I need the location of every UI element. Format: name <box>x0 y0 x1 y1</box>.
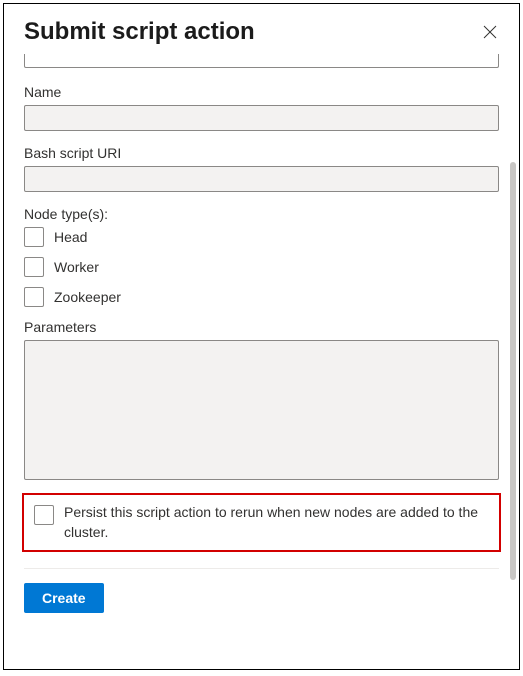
panel-title: Submit script action <box>24 18 255 46</box>
create-button[interactable]: Create <box>24 583 104 613</box>
persist-checkbox[interactable] <box>34 505 54 525</box>
footer-divider <box>24 568 499 569</box>
head-checkbox[interactable] <box>24 227 44 247</box>
worker-checkbox[interactable] <box>24 257 44 277</box>
close-icon <box>483 25 497 39</box>
head-checkbox-label: Head <box>54 229 87 245</box>
persist-row: Persist this script action to rerun when… <box>34 503 489 542</box>
name-input[interactable] <box>24 105 499 131</box>
worker-checkbox-label: Worker <box>54 259 99 275</box>
submit-script-action-panel: Submit script action Name Bash script UR… <box>3 3 520 670</box>
form-scroll-area: Name Bash script URI Node type(s): Head … <box>4 54 519 569</box>
parameters-textarea[interactable] <box>24 340 499 480</box>
panel-footer: Create <box>4 583 519 629</box>
scrollbar-thumb[interactable] <box>510 162 516 580</box>
bash-uri-input[interactable] <box>24 166 499 192</box>
parameters-label: Parameters <box>24 319 499 335</box>
node-type-row-head: Head <box>24 227 499 247</box>
script-type-input-partial[interactable] <box>24 54 499 68</box>
panel-header: Submit script action <box>4 4 519 54</box>
zookeeper-checkbox[interactable] <box>24 287 44 307</box>
persist-highlight-box: Persist this script action to rerun when… <box>22 493 501 552</box>
persist-checkbox-label: Persist this script action to rerun when… <box>64 503 489 542</box>
node-type-row-zookeeper: Zookeeper <box>24 287 499 307</box>
node-type-row-worker: Worker <box>24 257 499 277</box>
zookeeper-checkbox-label: Zookeeper <box>54 289 121 305</box>
bash-uri-label: Bash script URI <box>24 145 499 161</box>
node-types-group: Head Worker Zookeeper <box>24 227 499 307</box>
name-label: Name <box>24 84 499 100</box>
close-button[interactable] <box>481 23 499 41</box>
scrollbar[interactable] <box>510 162 516 580</box>
node-types-label: Node type(s): <box>24 206 499 222</box>
